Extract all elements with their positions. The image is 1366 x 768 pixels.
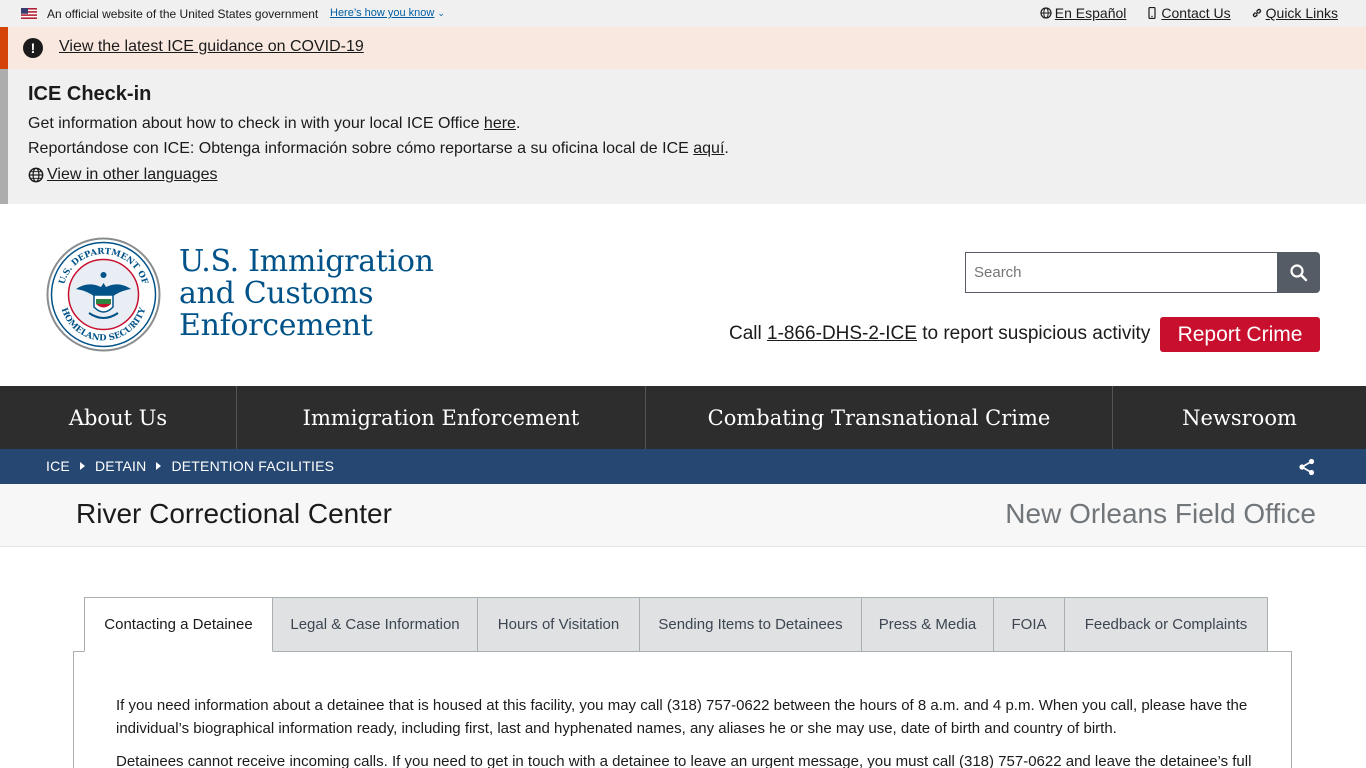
page-title: River Correctional Center — [76, 498, 392, 529]
call-prefix: Call — [729, 323, 768, 344]
breadcrumb-separator-icon — [79, 462, 85, 470]
checkin-aqui-link[interactable]: aquí — [693, 140, 724, 157]
en-espanol-label: En Español — [1054, 5, 1127, 21]
agency-name-line-3: Enforcement — [179, 308, 373, 343]
exclamation-alert-icon: ! — [23, 38, 43, 58]
how-you-know-toggle[interactable]: Here’s how you know ⌄ — [330, 7, 445, 19]
field-office-label: New Orleans Field Office — [1005, 498, 1316, 529]
tab-feedback-or-complaints[interactable]: Feedback or Complaints — [1065, 597, 1268, 652]
checkin-english-line: Get information about how to check in wi… — [28, 115, 520, 133]
tipline-phone-link[interactable]: 1-866-DHS-2-ICE — [767, 323, 917, 344]
nav-item-combating-transnational-crime[interactable]: Combating Transnational Crime — [646, 386, 1113, 449]
covid-alert: ! View the latest ICE guidance on COVID-… — [0, 27, 1366, 69]
tab-foia[interactable]: FOIA — [994, 597, 1065, 652]
main-navigation: About Us Immigration Enforcement Combati… — [0, 386, 1366, 449]
nav-item-newsroom[interactable]: Newsroom — [1113, 386, 1366, 449]
report-suspicious-activity-line: Call 1-866-DHS-2-ICE to report suspiciou… — [729, 323, 1150, 345]
tab-hours-of-visitation[interactable]: Hours of Visitation — [478, 597, 640, 652]
checkin-title: ICE Check-in — [28, 83, 152, 105]
quick-links-label: Quick Links — [1265, 5, 1338, 21]
agency-name-line-1: U.S. Immigration — [179, 244, 434, 279]
agency-name-wordmark[interactable]: U.S. Immigration and Customs Enforcement — [179, 246, 434, 342]
breadcrumb: ICE DETAIN DETENTION FACILITIES — [0, 449, 1366, 484]
globe-icon — [28, 167, 44, 183]
search-input[interactable] — [965, 252, 1278, 293]
how-you-know-label: Here’s how you know — [330, 7, 435, 19]
checkin-english-text: Get information about how to check in wi… — [28, 115, 484, 132]
chevron-down-icon: ⌄ — [437, 8, 445, 18]
breadcrumb-list: ICE DETAIN DETENTION FACILITIES — [46, 458, 334, 474]
breadcrumb-ice[interactable]: ICE — [46, 458, 70, 474]
tab-press-media[interactable]: Press & Media — [862, 597, 994, 652]
facility-tabs: Contacting a Detainee Legal & Case Infor… — [84, 597, 1268, 652]
tab-contacting-a-detainee[interactable]: Contacting a Detainee — [84, 597, 273, 652]
breadcrumb-detention-facilities[interactable]: DETENTION FACILITIES — [171, 458, 334, 474]
en-espanol-link[interactable]: En Español — [1040, 5, 1127, 21]
ice-checkin-notice: ICE Check-in Get information about how t… — [0, 69, 1366, 204]
view-other-languages-link[interactable]: View in other languages — [47, 166, 218, 184]
page-title-band: River Correctional Center New Orleans Fi… — [0, 484, 1366, 547]
contact-paragraph-1: If you need information about a detainee… — [116, 697, 1248, 737]
checkin-english-end: . — [515, 115, 521, 132]
contact-us-link[interactable]: Contact Us — [1146, 5, 1231, 21]
globe-icon — [1040, 7, 1052, 19]
nav-item-immigration-enforcement[interactable]: Immigration Enforcement — [237, 386, 646, 449]
breadcrumb-detain[interactable]: DETAIN — [95, 458, 147, 474]
checkin-spanish-line: Reportándose con ICE: Obtenga informació… — [28, 140, 729, 158]
mobile-phone-icon — [1148, 7, 1156, 19]
link-chain-icon — [1252, 8, 1261, 18]
breadcrumb-separator-icon — [156, 462, 162, 470]
contact-us-label: Contact Us — [1161, 5, 1231, 21]
tab-legal-case-information[interactable]: Legal & Case Information — [273, 597, 478, 652]
report-crime-button[interactable]: Report Crime — [1160, 317, 1320, 352]
checkin-here-link[interactable]: here — [484, 115, 516, 132]
tab-sending-items-to-detainees[interactable]: Sending Items to Detainees — [640, 597, 862, 652]
gov-banner: An official website of the United States… — [0, 0, 1366, 27]
quick-links-link[interactable]: Quick Links — [1251, 5, 1338, 21]
us-flag-icon — [21, 8, 37, 19]
other-languages-row: View in other languages — [28, 166, 218, 184]
dhs-seal-logo[interactable]: U.S. DEPARTMENT OF HOMELAND SECURITY — [46, 237, 161, 352]
checkin-spanish-end: . — [724, 140, 729, 157]
agency-name-line-2: and Customs — [179, 276, 374, 311]
contact-paragraph-2: Detainees cannot receive incoming calls.… — [116, 753, 1252, 768]
checkin-spanish-text: Reportándose con ICE: Obtenga informació… — [28, 140, 694, 157]
search-icon — [1289, 263, 1307, 281]
official-site-text: An official website of the United States… — [47, 7, 319, 21]
call-suffix: to report suspicious activity — [916, 323, 1151, 344]
covid-guidance-link[interactable]: View the latest ICE guidance on COVID-19 — [59, 38, 364, 56]
search-button[interactable] — [1277, 252, 1320, 293]
share-icon[interactable] — [1298, 458, 1316, 476]
utility-links: En Español Contact Us Quick Links — [1040, 5, 1338, 21]
nav-item-about-us[interactable]: About Us — [0, 386, 237, 449]
